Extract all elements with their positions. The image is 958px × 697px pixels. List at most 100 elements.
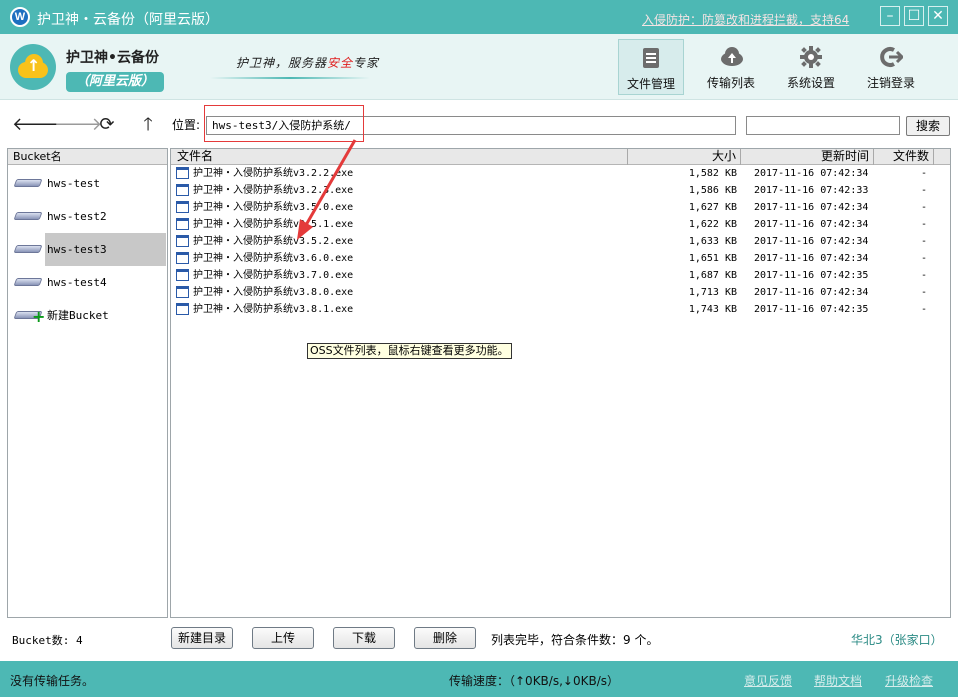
disk-icon — [13, 177, 43, 189]
nav-label: 系统设置 — [786, 76, 835, 90]
new-directory-button[interactable]: 新建目录 — [171, 627, 233, 649]
table-row[interactable]: 护卫神・入侵防护系统v3.5.2.exe 1,633 KB 2017-11-16 0… — [171, 233, 950, 250]
file-size: 1,627 KB — [688, 202, 737, 213]
bucket-label: 新建Bucket — [47, 309, 109, 322]
app-logo-icon: W — [10, 7, 30, 27]
table-row[interactable]: 护卫神・入侵防护系统v3.7.0.exe 1,687 KB 2017-11-16 0… — [171, 267, 950, 284]
file-time: 2017-11-16 07:42:33 — [754, 185, 869, 196]
table-row[interactable]: 护卫神・入侵防护系统v3.2.2.exe 1,582 KB 2017-11-16 0… — [171, 165, 950, 182]
feedback-link[interactable]: 意见反馈 — [744, 672, 792, 689]
file-icon — [176, 252, 189, 264]
file-name: 护卫神・入侵防护系统v3.5.1.exe — [193, 219, 354, 230]
bucket-item-hws-test[interactable]: hws-test — [11, 167, 166, 200]
upgrade-link[interactable]: 升级检查 — [885, 672, 933, 689]
promo-link[interactable]: 入侵防护：防篡改和进程拦截，支持64 — [642, 11, 849, 28]
column-header-time[interactable]: 更新时间 — [741, 149, 874, 165]
file-time: 2017-11-16 07:42:34 — [754, 219, 869, 230]
title-bar[interactable]: W 护卫神・云备份（阿里云版） 入侵防护：防篡改和进程拦截，支持64 – ☐ ✕ — [0, 0, 958, 34]
refresh-icon[interactable]: ⟳ — [96, 114, 118, 136]
table-row[interactable]: 护卫神・入侵防护系统v3.5.1.exe 1,622 KB 2017-11-16 0… — [171, 216, 950, 233]
back-arrow-icon[interactable]: 🡐 — [12, 114, 60, 136]
bucket-label: hws-test2 — [47, 210, 107, 223]
region-label[interactable]: 华北3（张家口） — [851, 631, 943, 648]
file-icon — [176, 184, 189, 196]
minimize-button[interactable]: – — [880, 6, 900, 26]
file-name: 护卫神・入侵防护系统v3.5.0.exe — [193, 202, 354, 213]
file-count: - — [920, 304, 927, 315]
file-name: 护卫神・入侵防护系统v3.5.2.exe — [193, 236, 354, 247]
transfer-speed: 传输速度：（↑0KB/s,↓0KB/s） — [449, 674, 619, 688]
bucket-item-hws-test4[interactable]: hws-test4 — [11, 266, 166, 299]
disk-icon — [13, 243, 43, 255]
cloud-upload-icon — [719, 46, 743, 70]
bucket-item-hws-test2[interactable]: hws-test2 — [11, 200, 166, 233]
bucket-item-hws-test3[interactable]: hws-test3 — [11, 233, 166, 266]
file-size: 1,622 KB — [688, 219, 737, 230]
nav-transfer-list[interactable]: 传输列表 — [698, 39, 764, 95]
file-icon — [176, 218, 189, 230]
table-row[interactable]: 护卫神・入侵防护系统v3.5.0.exe 1,627 KB 2017-11-16 0… — [171, 199, 950, 216]
file-name: 护卫神・入侵防护系统v3.2.2.exe — [193, 168, 354, 179]
file-count: - — [920, 219, 927, 230]
new-bucket-button[interactable]: + 新建Bucket — [11, 299, 166, 332]
file-time: 2017-11-16 07:42:34 — [754, 287, 869, 298]
table-row[interactable]: 护卫神・入侵防护系统v3.2.3.exe 1,586 KB 2017-11-16 0… — [171, 182, 950, 199]
gear-icon — [799, 46, 823, 70]
close-button[interactable]: ✕ — [928, 6, 948, 26]
disk-icon — [13, 210, 43, 222]
bucket-label: hws-test4 — [47, 276, 107, 289]
table-row[interactable]: 护卫神・入侵防护系统v3.8.1.exe 1,743 KB 2017-11-16 0… — [171, 301, 950, 318]
file-time: 2017-11-16 07:42:35 — [754, 270, 869, 281]
file-time: 2017-11-16 07:42:35 — [754, 304, 869, 315]
bucket-label: hws-test — [47, 177, 100, 190]
list-status: 列表完毕，符合条件数：9 个。 — [491, 633, 659, 647]
nav-system-settings[interactable]: 系统设置 — [778, 39, 844, 95]
brand-name: 护卫神•云备份 — [66, 50, 159, 66]
file-name: 护卫神・入侵防护系统v3.2.3.exe — [193, 185, 354, 196]
slogan-underline — [210, 77, 370, 79]
nav-logout[interactable]: 注销登录 — [858, 39, 924, 95]
column-header-name[interactable]: 文件名 — [171, 149, 628, 165]
cloud-logo-icon: ↑ — [10, 44, 56, 90]
file-time: 2017-11-16 07:42:34 — [754, 202, 869, 213]
file-icon — [176, 167, 189, 179]
file-count: - — [920, 270, 927, 281]
forward-arrow-icon[interactable]: 🡒 — [54, 114, 102, 136]
slogan: 护卫神，服务器安全专家 — [236, 56, 380, 70]
file-icon — [176, 201, 189, 213]
upload-button[interactable]: 上传 — [252, 627, 314, 649]
nav-label: 注销登录 — [866, 76, 915, 90]
disk-icon — [13, 276, 43, 288]
file-count: - — [920, 236, 927, 247]
delete-button[interactable]: 删除 — [414, 627, 476, 649]
file-size: 1,586 KB — [688, 185, 737, 196]
bucket-list-header: Bucket名 — [8, 149, 167, 165]
download-button[interactable]: 下载 — [333, 627, 395, 649]
file-count: - — [920, 185, 927, 196]
file-size: 1,582 KB — [688, 168, 737, 179]
file-icon — [176, 286, 189, 298]
table-row[interactable]: 护卫神・入侵防护系统v3.8.0.exe 1,713 KB 2017-11-16 0… — [171, 284, 950, 301]
maximize-button[interactable]: ☐ — [904, 6, 924, 26]
file-size: 1,713 KB — [688, 287, 737, 298]
file-size: 1,651 KB — [688, 253, 737, 264]
table-row[interactable]: 护卫神・入侵防护系统v3.6.0.exe 1,651 KB 2017-11-16 0… — [171, 250, 950, 267]
file-count: - — [920, 287, 927, 298]
file-size: 1,633 KB — [688, 236, 737, 247]
search-button[interactable]: 搜索 — [906, 116, 950, 136]
bucket-label: hws-test3 — [45, 233, 166, 266]
up-arrow-icon[interactable]: 🡑 — [137, 114, 159, 136]
search-input[interactable] — [746, 116, 900, 135]
help-link[interactable]: 帮助文档 — [814, 672, 862, 689]
add-disk-icon: + — [13, 309, 45, 325]
app-header: ↑ 护卫神•云备份 （阿里云版） 护卫神，服务器安全专家 文件管理 传输列表 系… — [0, 34, 958, 100]
nav-file-management[interactable]: 文件管理 — [618, 39, 684, 95]
file-size: 1,687 KB — [688, 270, 737, 281]
column-header-size[interactable]: 大小 — [628, 149, 741, 165]
column-header-count[interactable]: 文件数 — [874, 149, 934, 165]
file-time: 2017-11-16 07:42:34 — [754, 253, 869, 264]
bucket-count: Bucket数: 4 — [12, 634, 83, 647]
file-name: 护卫神・入侵防护系统v3.8.0.exe — [193, 287, 354, 298]
file-time: 2017-11-16 07:42:34 — [754, 236, 869, 247]
file-icon — [176, 235, 189, 247]
